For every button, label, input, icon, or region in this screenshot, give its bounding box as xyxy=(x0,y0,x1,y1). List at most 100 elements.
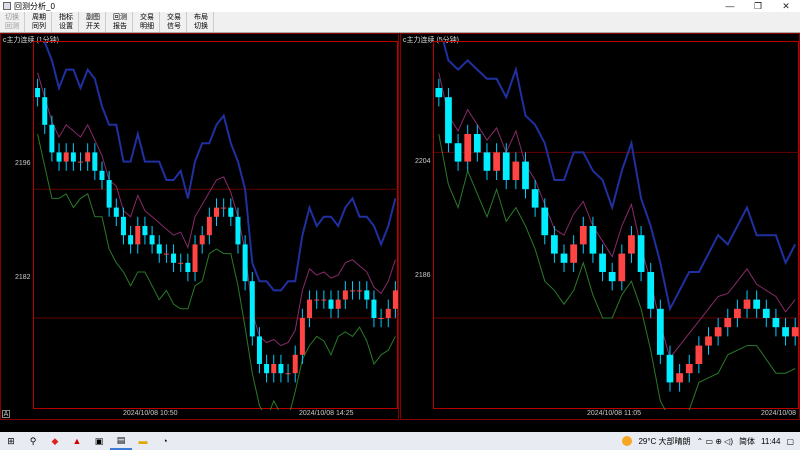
weather-text[interactable]: 29°C 大部晴朗 xyxy=(638,436,690,447)
candle-body xyxy=(113,207,119,217)
candle-body xyxy=(299,318,305,355)
candle-body xyxy=(628,235,635,254)
candle-body xyxy=(608,272,616,282)
window-title: 回测分析_0 xyxy=(14,1,55,11)
taskbar: ⊞ ⚲ ◆ ▲ ▣ ▤ ▬ ◔ 29°C 大部晴朗 ⌃ ▭ ⊕ ◁) 简体 11… xyxy=(0,432,800,450)
tray-icons[interactable]: ⌃ ▭ ⊕ ◁) xyxy=(697,437,733,446)
search-icon[interactable]: ⚲ xyxy=(22,432,44,450)
candle-body xyxy=(163,253,169,255)
layout-switch-button[interactable]: 布局 切换 xyxy=(189,12,214,32)
clock[interactable]: 11:44 xyxy=(761,437,780,446)
candle-body xyxy=(185,262,191,272)
candle-body xyxy=(192,244,198,272)
candle-body xyxy=(321,299,327,301)
app-icon xyxy=(3,2,11,10)
candle-body xyxy=(445,97,452,144)
candle-body xyxy=(676,373,683,383)
corner-marker[interactable]: A xyxy=(2,410,10,418)
candle-body xyxy=(135,226,141,245)
x-tick-label: 2024/10/08 14:25 xyxy=(299,410,354,417)
close-button[interactable]: ✕ xyxy=(772,0,800,12)
candle-body xyxy=(99,170,105,180)
minimize-button[interactable]: — xyxy=(716,0,744,12)
candle-body xyxy=(56,152,62,162)
title-bar: 回测分析_0 — ❐ ✕ xyxy=(0,0,800,12)
upper-band-line xyxy=(442,42,797,312)
candle-body xyxy=(314,299,320,301)
folder-icon[interactable]: ▬ xyxy=(132,432,154,450)
x-tick-label: 2024/10/08 10:50 xyxy=(123,410,178,417)
period-same-column-button[interactable]: 周期 同列 xyxy=(27,12,52,32)
windows-start-icon[interactable]: ⊞ xyxy=(0,432,22,450)
switch-backtest-button[interactable]: 切换 回测 xyxy=(0,12,25,32)
app-a-icon[interactable]: ▲ xyxy=(66,432,88,450)
candle-body xyxy=(579,226,587,245)
candle-body xyxy=(512,161,520,180)
candle-body xyxy=(647,272,655,309)
candle-body xyxy=(149,235,155,245)
trade-detail-button[interactable]: 交易 明细 xyxy=(135,12,160,32)
indicator-settings-button[interactable]: 指标 设置 xyxy=(54,12,79,32)
candle-body xyxy=(392,290,398,309)
app-pc-icon[interactable]: ▣ xyxy=(88,432,110,450)
toolbar: 切换 回测 周期 同列 指标 设置 副图 开关 回测 报告 交易 明细 交易 信号 布局 切换 xyxy=(0,12,800,33)
trade-signal-button[interactable]: 交易 信号 xyxy=(162,12,187,32)
candle-body xyxy=(724,318,732,328)
candle-body xyxy=(357,290,363,292)
y-tick-label: 2204 xyxy=(415,158,431,165)
candle-body xyxy=(772,318,780,328)
candle-body xyxy=(285,373,291,375)
candle-body xyxy=(235,216,241,245)
candle-body xyxy=(42,97,48,125)
candle-body xyxy=(473,134,481,153)
candle-body xyxy=(618,253,626,282)
notification-icon[interactable]: ▢ xyxy=(786,437,794,446)
subchart-toggle-button[interactable]: 副图 开关 xyxy=(81,12,106,32)
candle-body xyxy=(199,235,205,245)
candle-body xyxy=(271,364,277,374)
price-chart xyxy=(434,42,800,410)
chart-1min[interactable]: c主力连续 (1分钟) 2196 2182 2024/10/08 10:50 2… xyxy=(0,33,399,420)
lower-band-line xyxy=(438,133,796,410)
candle-body xyxy=(378,318,384,319)
candle-body xyxy=(666,354,674,383)
candle-body xyxy=(695,345,703,364)
candle-body xyxy=(493,152,500,171)
candle-body xyxy=(256,336,262,364)
candle-body xyxy=(335,299,341,309)
candle-body xyxy=(371,299,377,318)
app-window-icon[interactable]: ▤ xyxy=(110,432,132,450)
y-tick-label: 2186 xyxy=(415,272,431,279)
maximize-button[interactable]: ❐ xyxy=(744,0,772,12)
app-red-icon[interactable]: ◆ xyxy=(44,432,66,450)
candle-body xyxy=(743,299,751,309)
candle-body xyxy=(541,207,549,236)
candle-body xyxy=(685,364,693,374)
candle-body xyxy=(264,364,270,374)
candle-body xyxy=(753,299,761,309)
candle-body xyxy=(637,235,645,272)
candle-body xyxy=(734,308,741,318)
app-chart-icon[interactable]: ◔ xyxy=(154,432,176,450)
candle-body xyxy=(599,253,606,272)
candle-body xyxy=(249,281,255,337)
plot-area[interactable] xyxy=(433,41,800,410)
chart-5min[interactable]: c主力连续 (5分钟) 2204 2186 2024/10/08 11:05 2… xyxy=(400,33,800,420)
candle-body xyxy=(435,88,443,98)
candle-body xyxy=(464,134,472,162)
candle-body xyxy=(63,152,69,162)
candle-body xyxy=(213,207,220,217)
candle-body xyxy=(551,235,558,254)
candle-body xyxy=(156,244,162,254)
candle-body xyxy=(762,308,770,318)
plot-area[interactable] xyxy=(33,41,399,410)
candle-body xyxy=(570,244,578,263)
candle-body xyxy=(454,143,462,162)
candle-body xyxy=(278,364,284,374)
candle-body xyxy=(522,161,529,190)
backtest-report-button[interactable]: 回测 报告 xyxy=(108,12,133,32)
candle-body xyxy=(142,226,148,236)
input-language[interactable]: 简体 xyxy=(739,436,755,447)
candle-body xyxy=(228,207,234,217)
candle-body xyxy=(589,226,597,254)
